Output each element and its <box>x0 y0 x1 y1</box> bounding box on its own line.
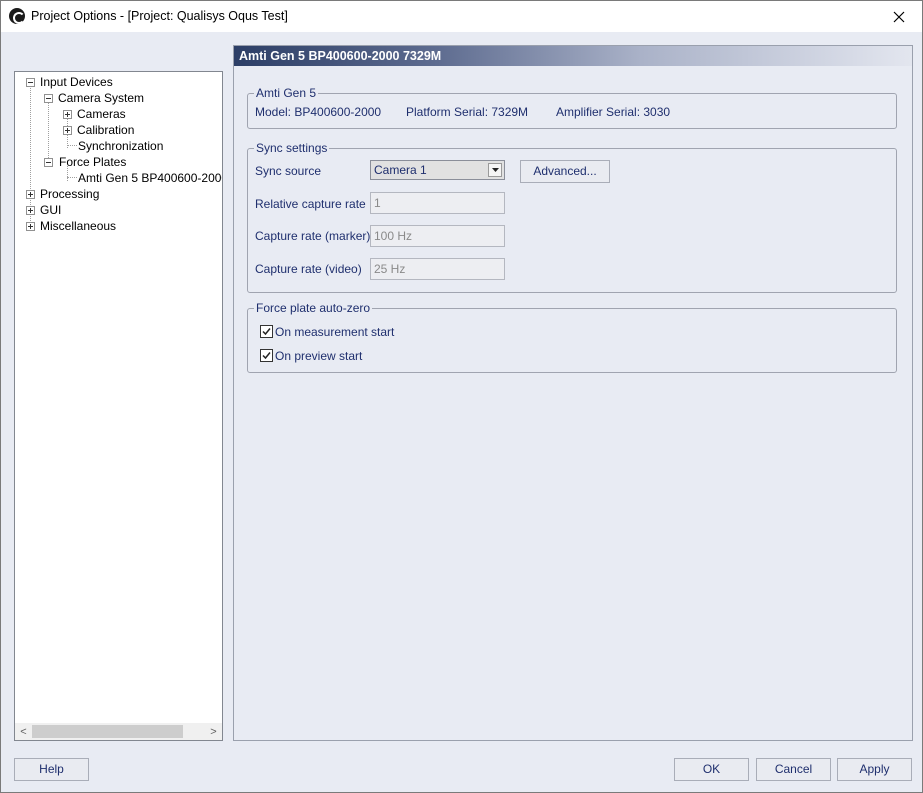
tree-item-force-plates[interactable]: Force Plates <box>59 154 126 170</box>
relative-capture-rate-label: Relative capture rate <box>255 197 366 211</box>
chevron-right-icon: > <box>210 725 217 738</box>
sync-source-label: Sync source <box>255 164 322 178</box>
on-measurement-start-checkbox[interactable] <box>260 325 273 338</box>
expand-collapse-icon[interactable] <box>26 222 35 231</box>
checkmark-icon <box>262 352 271 360</box>
tree-item-synchronization[interactable]: Synchronization <box>78 138 163 154</box>
checkmark-icon <box>262 328 271 336</box>
page-title: Amti Gen 5 BP400600-2000 7329M <box>234 46 912 66</box>
close-button[interactable] <box>876 1 922 32</box>
platform-serial-label: Platform Serial: 7329M <box>406 105 529 119</box>
capture-rate-video-label: Capture rate (video) <box>255 262 362 276</box>
expand-collapse-icon[interactable] <box>44 94 53 103</box>
help-button[interactable]: Help <box>14 758 89 781</box>
tree-item-input-devices[interactable]: Input Devices <box>40 74 113 90</box>
expand-collapse-icon[interactable] <box>63 110 72 119</box>
relative-capture-rate-field: 1 <box>370 192 505 214</box>
device-info-legend: Amti Gen 5 <box>254 86 319 100</box>
tree-item-camera-system[interactable]: Camera System <box>58 90 144 106</box>
expand-collapse-icon[interactable] <box>26 190 35 199</box>
tree-item-gui[interactable]: GUI <box>40 202 61 218</box>
tree-item-miscellaneous[interactable]: Miscellaneous <box>40 218 116 234</box>
expand-collapse-icon[interactable] <box>63 126 72 135</box>
tree-item-calibration[interactable]: Calibration <box>77 122 134 138</box>
tree-item-amti-gen5[interactable]: Amti Gen 5 BP400600-2000 7329M <box>78 170 222 186</box>
tree-horizontal-scrollbar[interactable]: < > <box>15 723 222 740</box>
app-logo-icon <box>9 8 25 24</box>
chevron-left-icon: < <box>20 725 27 738</box>
on-measurement-start-label[interactable]: On measurement start <box>275 325 394 339</box>
scrollbar-thumb[interactable] <box>32 725 183 738</box>
capture-rate-marker-field: 100 Hz <box>370 225 505 247</box>
capture-rate-video-field: 25 Hz <box>370 258 505 280</box>
capture-rate-marker-label: Capture rate (marker) <box>255 229 371 243</box>
scroll-right-button[interactable]: > <box>205 723 222 740</box>
sync-settings-legend: Sync settings <box>254 141 330 155</box>
on-preview-start-label[interactable]: On preview start <box>275 349 362 363</box>
window-title: Project Options - [Project: Qualisys Oqu… <box>31 9 288 23</box>
on-preview-start-checkbox[interactable] <box>260 349 273 362</box>
model-label: Model: BP400600-2000 <box>255 105 382 119</box>
project-options-window: Project Options - [Project: Qualisys Oqu… <box>0 0 923 793</box>
auto-zero-group: Force plate auto-zero On measurement sta… <box>247 301 897 373</box>
cancel-button[interactable]: Cancel <box>756 758 831 781</box>
expand-collapse-icon[interactable] <box>44 158 53 167</box>
tree-item-cameras[interactable]: Cameras <box>77 106 126 122</box>
sync-source-value: Camera 1 <box>374 163 427 177</box>
amplifier-serial-label: Amplifier Serial: 3030 <box>556 105 671 119</box>
title-bar: Project Options - [Project: Qualisys Oqu… <box>1 1 922 32</box>
dropdown-button[interactable] <box>488 163 502 177</box>
options-content-panel: Amti Gen 5 BP400600-2000 7329M Amti Gen … <box>233 45 913 741</box>
chevron-down-icon <box>491 168 499 172</box>
ok-button[interactable]: OK <box>674 758 749 781</box>
scroll-left-button[interactable]: < <box>15 723 32 740</box>
auto-zero-legend: Force plate auto-zero <box>254 301 373 315</box>
sync-source-dropdown[interactable]: Camera 1 <box>370 160 505 180</box>
apply-button[interactable]: Apply <box>837 758 912 781</box>
close-icon <box>893 11 905 22</box>
options-tree[interactable]: Input Devices Camera System Cameras Cali… <box>14 71 223 741</box>
expand-collapse-icon[interactable] <box>26 78 35 87</box>
device-info-group: Amti Gen 5 Model: BP400600-2000 Platform… <box>247 86 897 129</box>
expand-collapse-icon[interactable] <box>26 206 35 215</box>
tree-item-processing[interactable]: Processing <box>40 186 99 202</box>
sync-settings-group: Sync settings Sync source Camera 1 Advan… <box>247 141 897 293</box>
advanced-button[interactable]: Advanced... <box>520 160 610 183</box>
